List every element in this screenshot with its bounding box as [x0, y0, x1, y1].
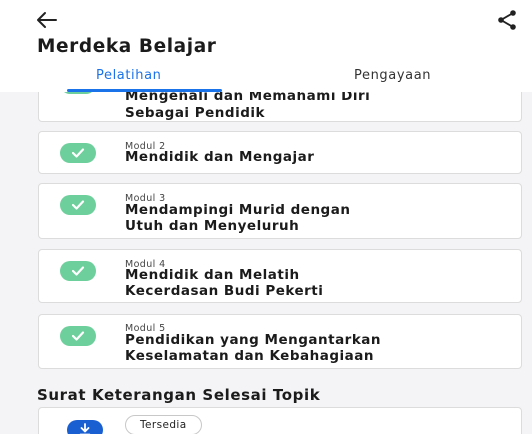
- module-title-line-2: Kecerdasan Budi Pekerti: [125, 283, 324, 299]
- check-icon: [60, 261, 96, 281]
- module-title-line-1: Mengenali dan Memahami Diri: [125, 92, 371, 104]
- module-title-line-1: Pendidikan yang Mengantarkan: [125, 332, 382, 348]
- app-header: Merdeka Belajar Pelatihan Pengayaan: [0, 0, 532, 92]
- share-icon[interactable]: [496, 9, 518, 31]
- arrow-left-icon[interactable]: [36, 10, 58, 30]
- module-title-line-1: Mendampingi Murid dengan: [125, 202, 351, 218]
- status-badge: Tersedia: [125, 415, 202, 434]
- module-title-line-2: Sebagai Pendidik: [125, 105, 265, 121]
- certificate-section-title: Surat Keterangan Selesai Topik: [37, 386, 321, 404]
- tab-bar: Pelatihan Pengayaan: [0, 64, 532, 92]
- certificate-card[interactable]: Tersedia: [38, 407, 522, 434]
- tab-pengayaan[interactable]: Pengayaan: [354, 68, 431, 83]
- module-card-2[interactable]: Modul 2 Mendidik dan Mengajar: [38, 131, 522, 174]
- module-card-4[interactable]: Modul 4 Mendidik dan Melatih Kecerdasan …: [38, 249, 522, 303]
- page-title: Merdeka Belajar: [37, 36, 217, 57]
- module-title-line-2: Keselamatan dan Kebahagiaan: [125, 348, 374, 364]
- download-icon[interactable]: [67, 420, 103, 434]
- module-title-line-1: Mendidik dan Melatih: [125, 267, 300, 283]
- check-icon: [60, 143, 96, 163]
- tab-pelatihan[interactable]: Pelatihan: [96, 68, 162, 83]
- module-title-line-2: Utuh dan Menyeluruh: [125, 218, 300, 234]
- module-title-line-1: Mendidik dan Mengajar: [125, 149, 315, 165]
- active-tab-indicator: [67, 89, 222, 92]
- module-card-5[interactable]: Modul 5 Pendidikan yang Mengantarkan Kes…: [38, 314, 522, 369]
- module-card-1[interactable]: Mengenali dan Memahami Diri Sebagai Pend…: [38, 92, 522, 122]
- module-card-3[interactable]: Modul 3 Mendampingi Murid dengan Utuh da…: [38, 183, 522, 239]
- check-icon: [60, 326, 96, 346]
- check-icon: [60, 195, 96, 215]
- module-list[interactable]: Mengenali dan Memahami Diri Sebagai Pend…: [0, 92, 532, 434]
- check-icon: [60, 92, 96, 94]
